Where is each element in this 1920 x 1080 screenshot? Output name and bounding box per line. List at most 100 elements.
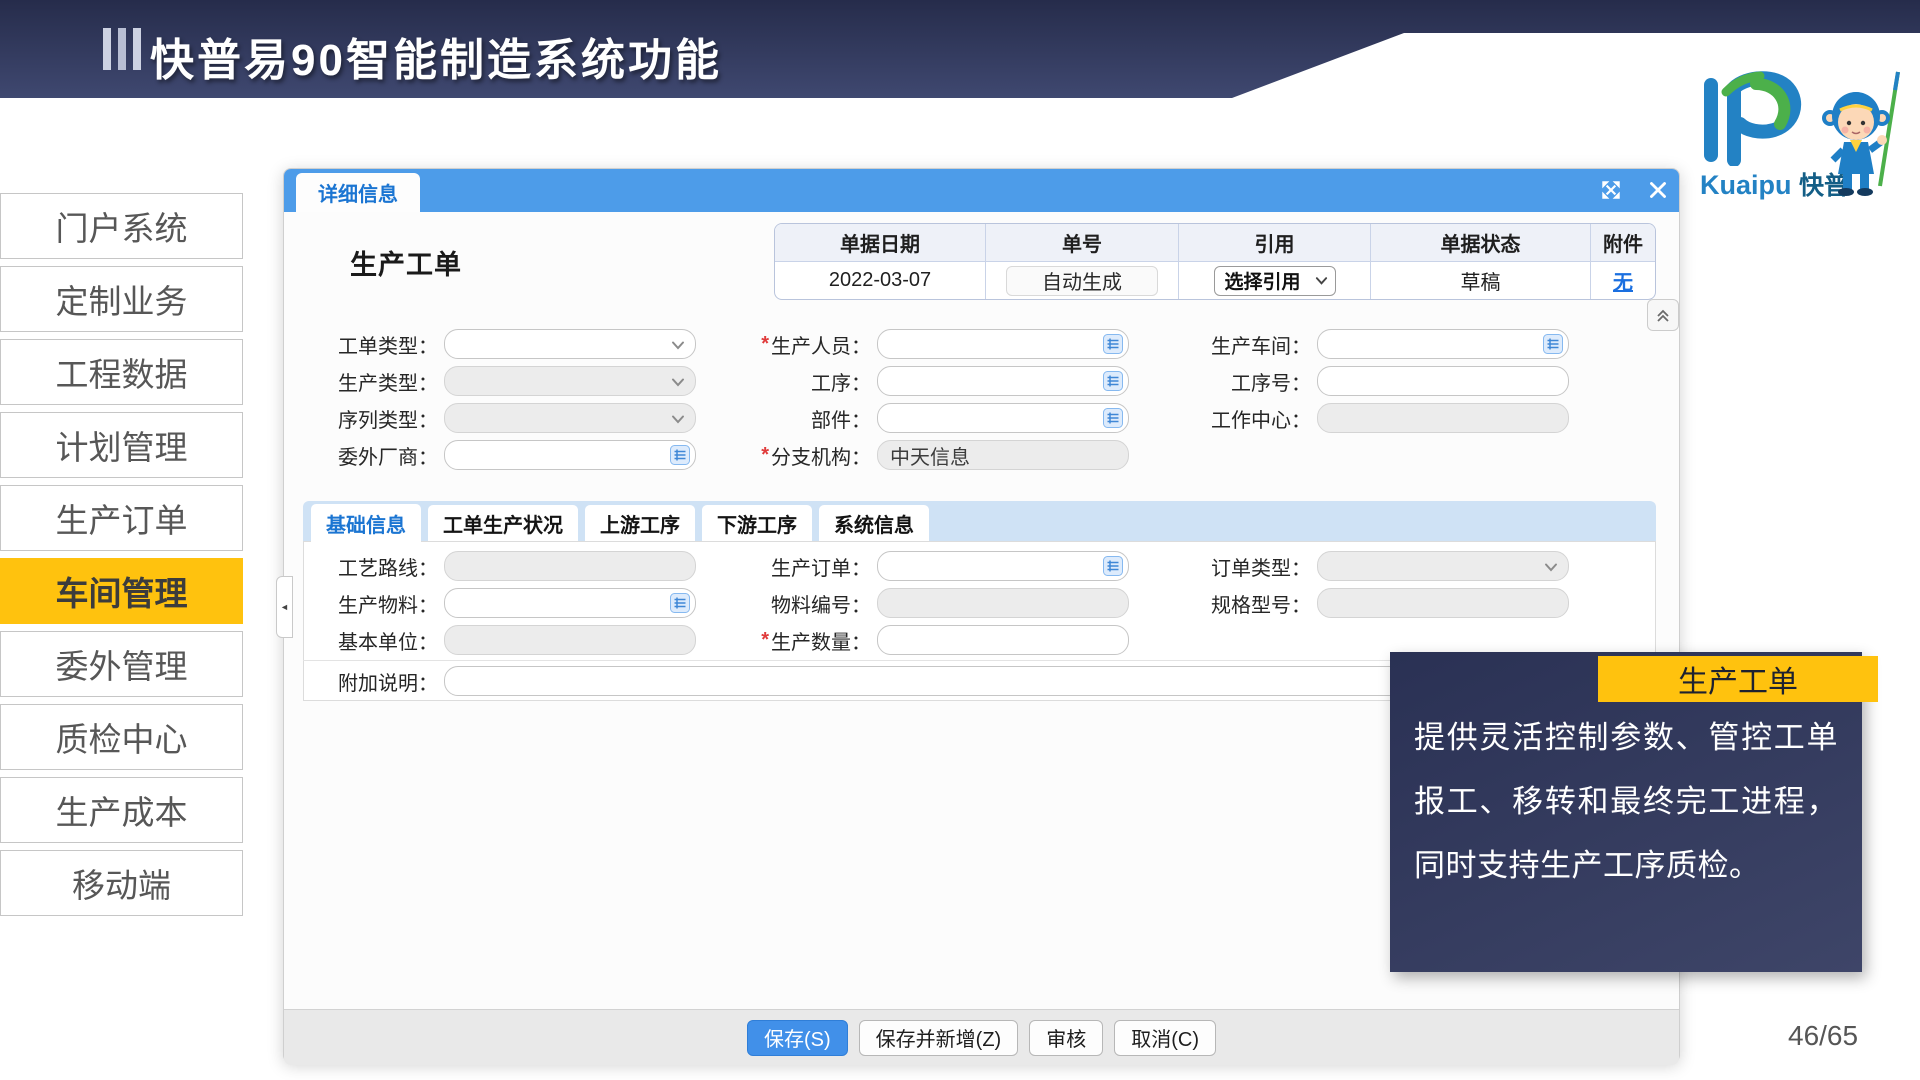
lookup-icon[interactable] xyxy=(1103,334,1123,354)
mascot-icon xyxy=(1818,70,1915,205)
tab-detail-info[interactable]: 详细信息 xyxy=(296,173,420,212)
sidebar-item-portal-system[interactable]: 门户系统 xyxy=(0,193,243,259)
doc-no: 自动生成 xyxy=(1006,266,1158,296)
sidebar-item-plan-management[interactable]: 计划管理 xyxy=(0,412,243,478)
process-route-label: 工艺路线： xyxy=(334,552,438,581)
slide-title: 快普易90智能制造系统功能 xyxy=(150,24,722,88)
component-input[interactable] xyxy=(877,403,1129,433)
doc-header-col: 附件 xyxy=(1591,224,1655,261)
form-row: 基本单位： xyxy=(334,625,696,655)
doc-header-row: 单据日期单号引用单据状态附件 xyxy=(775,224,1655,262)
process-no-input[interactable] xyxy=(1317,366,1569,396)
process-input[interactable] xyxy=(877,366,1129,396)
reference-cell: 选择引用 xyxy=(1179,262,1371,299)
tab-downstream-process[interactable]: 下游工序 xyxy=(702,505,812,541)
doc-header-col: 引用 xyxy=(1179,224,1371,261)
form-row: 生产车间： xyxy=(1204,329,1569,359)
attachment-link[interactable]: 无 xyxy=(1613,266,1633,295)
dialog-edge-handle[interactable]: ◄ xyxy=(276,576,293,638)
lookup-icon[interactable] xyxy=(1543,334,1563,354)
lookup-icon[interactable] xyxy=(1103,408,1123,428)
maximize-icon[interactable] xyxy=(1599,178,1623,202)
save-button[interactable]: 保存(S) xyxy=(747,1020,848,1056)
sidebar-item-custom-business[interactable]: 定制业务 xyxy=(0,266,243,332)
form-row: 委外厂商： xyxy=(334,440,696,470)
lookup-icon[interactable] xyxy=(1103,371,1123,391)
sidebar-item-workshop-management[interactable]: 车间管理 xyxy=(0,558,243,624)
production-qty-input[interactable] xyxy=(877,625,1129,655)
base-unit-label: 基本单位： xyxy=(334,626,438,655)
work-order-type-select[interactable] xyxy=(444,329,696,359)
sidebar: 门户系统定制业务工程数据计划管理生产订单车间管理委外管理质检中心生产成本移动端 xyxy=(0,193,243,923)
dialog-titlebar: 详细信息 xyxy=(284,169,1679,212)
form-row: 附加说明： xyxy=(334,666,1564,696)
production-type-label: 生产类型： xyxy=(334,367,438,396)
form-title: 生产工单 xyxy=(350,243,462,282)
additional-note-label: 附加说明： xyxy=(334,667,438,696)
form-row: *分支机构：中天信息 xyxy=(764,440,1129,470)
form-row: 工序： xyxy=(764,366,1129,396)
form-row: 生产物料： xyxy=(334,588,696,618)
attachment-cell: 无 xyxy=(1591,262,1655,299)
process-route-input[interactable] xyxy=(444,551,696,581)
sidebar-item-quality-center[interactable]: 质检中心 xyxy=(0,704,243,770)
doc-value-row: 2022-03-07 自动生成 选择引用 草稿 无 xyxy=(775,262,1655,299)
cancel-button[interactable]: 取消(C) xyxy=(1114,1020,1216,1056)
reference-select[interactable]: 选择引用 xyxy=(1214,266,1336,296)
process-label: 工序： xyxy=(764,367,871,396)
doc-no-cell: 自动生成 xyxy=(986,262,1179,299)
process-no-label: 工序号： xyxy=(1204,367,1311,396)
form-row: 订单类型： xyxy=(1204,551,1569,581)
sidebar-item-outsourcing-management[interactable]: 委外管理 xyxy=(0,631,243,697)
tab-upstream-process[interactable]: 上游工序 xyxy=(585,505,695,541)
production-qty-label: *生产数量： xyxy=(764,626,871,655)
note-row-container: 附加说明： xyxy=(334,666,1564,703)
lookup-icon[interactable] xyxy=(670,593,690,613)
reference-value: 选择引用 xyxy=(1225,267,1301,294)
tab-work-order-production-status[interactable]: 工单生产状况 xyxy=(428,505,578,541)
sequence-type-select[interactable] xyxy=(444,403,696,433)
material-no-input[interactable] xyxy=(877,588,1129,618)
production-staff-input[interactable] xyxy=(877,329,1129,359)
collapse-header-button[interactable] xyxy=(1647,299,1679,331)
callout-body: 提供灵活控制参数、管控工单报工、移转和最终完工进程，同时支持生产工序质检。 xyxy=(1414,706,1838,898)
production-workshop-input[interactable] xyxy=(1317,329,1569,359)
chevron-down-icon xyxy=(670,337,686,353)
sidebar-item-engineering-data[interactable]: 工程数据 xyxy=(0,339,243,405)
spec-model-input[interactable] xyxy=(1317,588,1569,618)
production-material-label: 生产物料： xyxy=(334,589,438,618)
outsourcing-vendor-input[interactable] xyxy=(444,440,696,470)
work-center-label: 工作中心： xyxy=(1204,404,1311,433)
order-type-label: 订单类型： xyxy=(1204,552,1311,581)
doc-header-col: 单据状态 xyxy=(1371,224,1591,261)
chevron-down-icon xyxy=(670,411,686,427)
save-and-new-button[interactable]: 保存并新增(Z) xyxy=(859,1020,1019,1056)
base-unit-input[interactable] xyxy=(444,625,696,655)
callout-title: 生产工单 xyxy=(1598,656,1878,702)
doc-status: 草稿 xyxy=(1371,262,1591,299)
doc-header-table: 单据日期单号引用单据状态附件 2022-03-07 自动生成 选择引用 草稿 xyxy=(774,223,1656,300)
sidebar-item-mobile[interactable]: 移动端 xyxy=(0,850,243,916)
work-center-input[interactable] xyxy=(1317,403,1569,433)
production-order-ref-input[interactable] xyxy=(877,551,1129,581)
tab-system-info[interactable]: 系统信息 xyxy=(819,505,929,541)
sidebar-item-production-cost[interactable]: 生产成本 xyxy=(0,777,243,843)
double-chevron-up-icon xyxy=(1654,306,1672,324)
form-row: 工艺路线： xyxy=(334,551,696,581)
detail-tabs: 基础信息工单生产状况上游工序下游工序系统信息 xyxy=(303,501,1656,541)
slide: 快普易90智能制造系统功能 Kuaipu 快普 xyxy=(0,0,1920,1080)
sidebar-item-production-order[interactable]: 生产订单 xyxy=(0,485,243,551)
branch-org-input[interactable]: 中天信息 xyxy=(877,440,1129,470)
material-no-label: 物料编号： xyxy=(764,589,871,618)
order-type-select[interactable] xyxy=(1317,551,1569,581)
audit-button[interactable]: 审核 xyxy=(1029,1020,1103,1056)
tab-basic-info[interactable]: 基础信息 xyxy=(311,504,421,542)
lookup-icon[interactable] xyxy=(670,445,690,465)
production-type-select[interactable] xyxy=(444,366,696,396)
chevron-down-icon xyxy=(1543,559,1559,575)
lookup-icon[interactable] xyxy=(1103,556,1123,576)
production-staff-label: *生产人员： xyxy=(764,330,871,359)
production-material-input[interactable] xyxy=(444,588,696,618)
feature-callout: 生产工单 提供灵活控制参数、管控工单报工、移转和最终完工进程，同时支持生产工序质… xyxy=(1390,652,1862,972)
close-icon[interactable] xyxy=(1646,178,1670,202)
